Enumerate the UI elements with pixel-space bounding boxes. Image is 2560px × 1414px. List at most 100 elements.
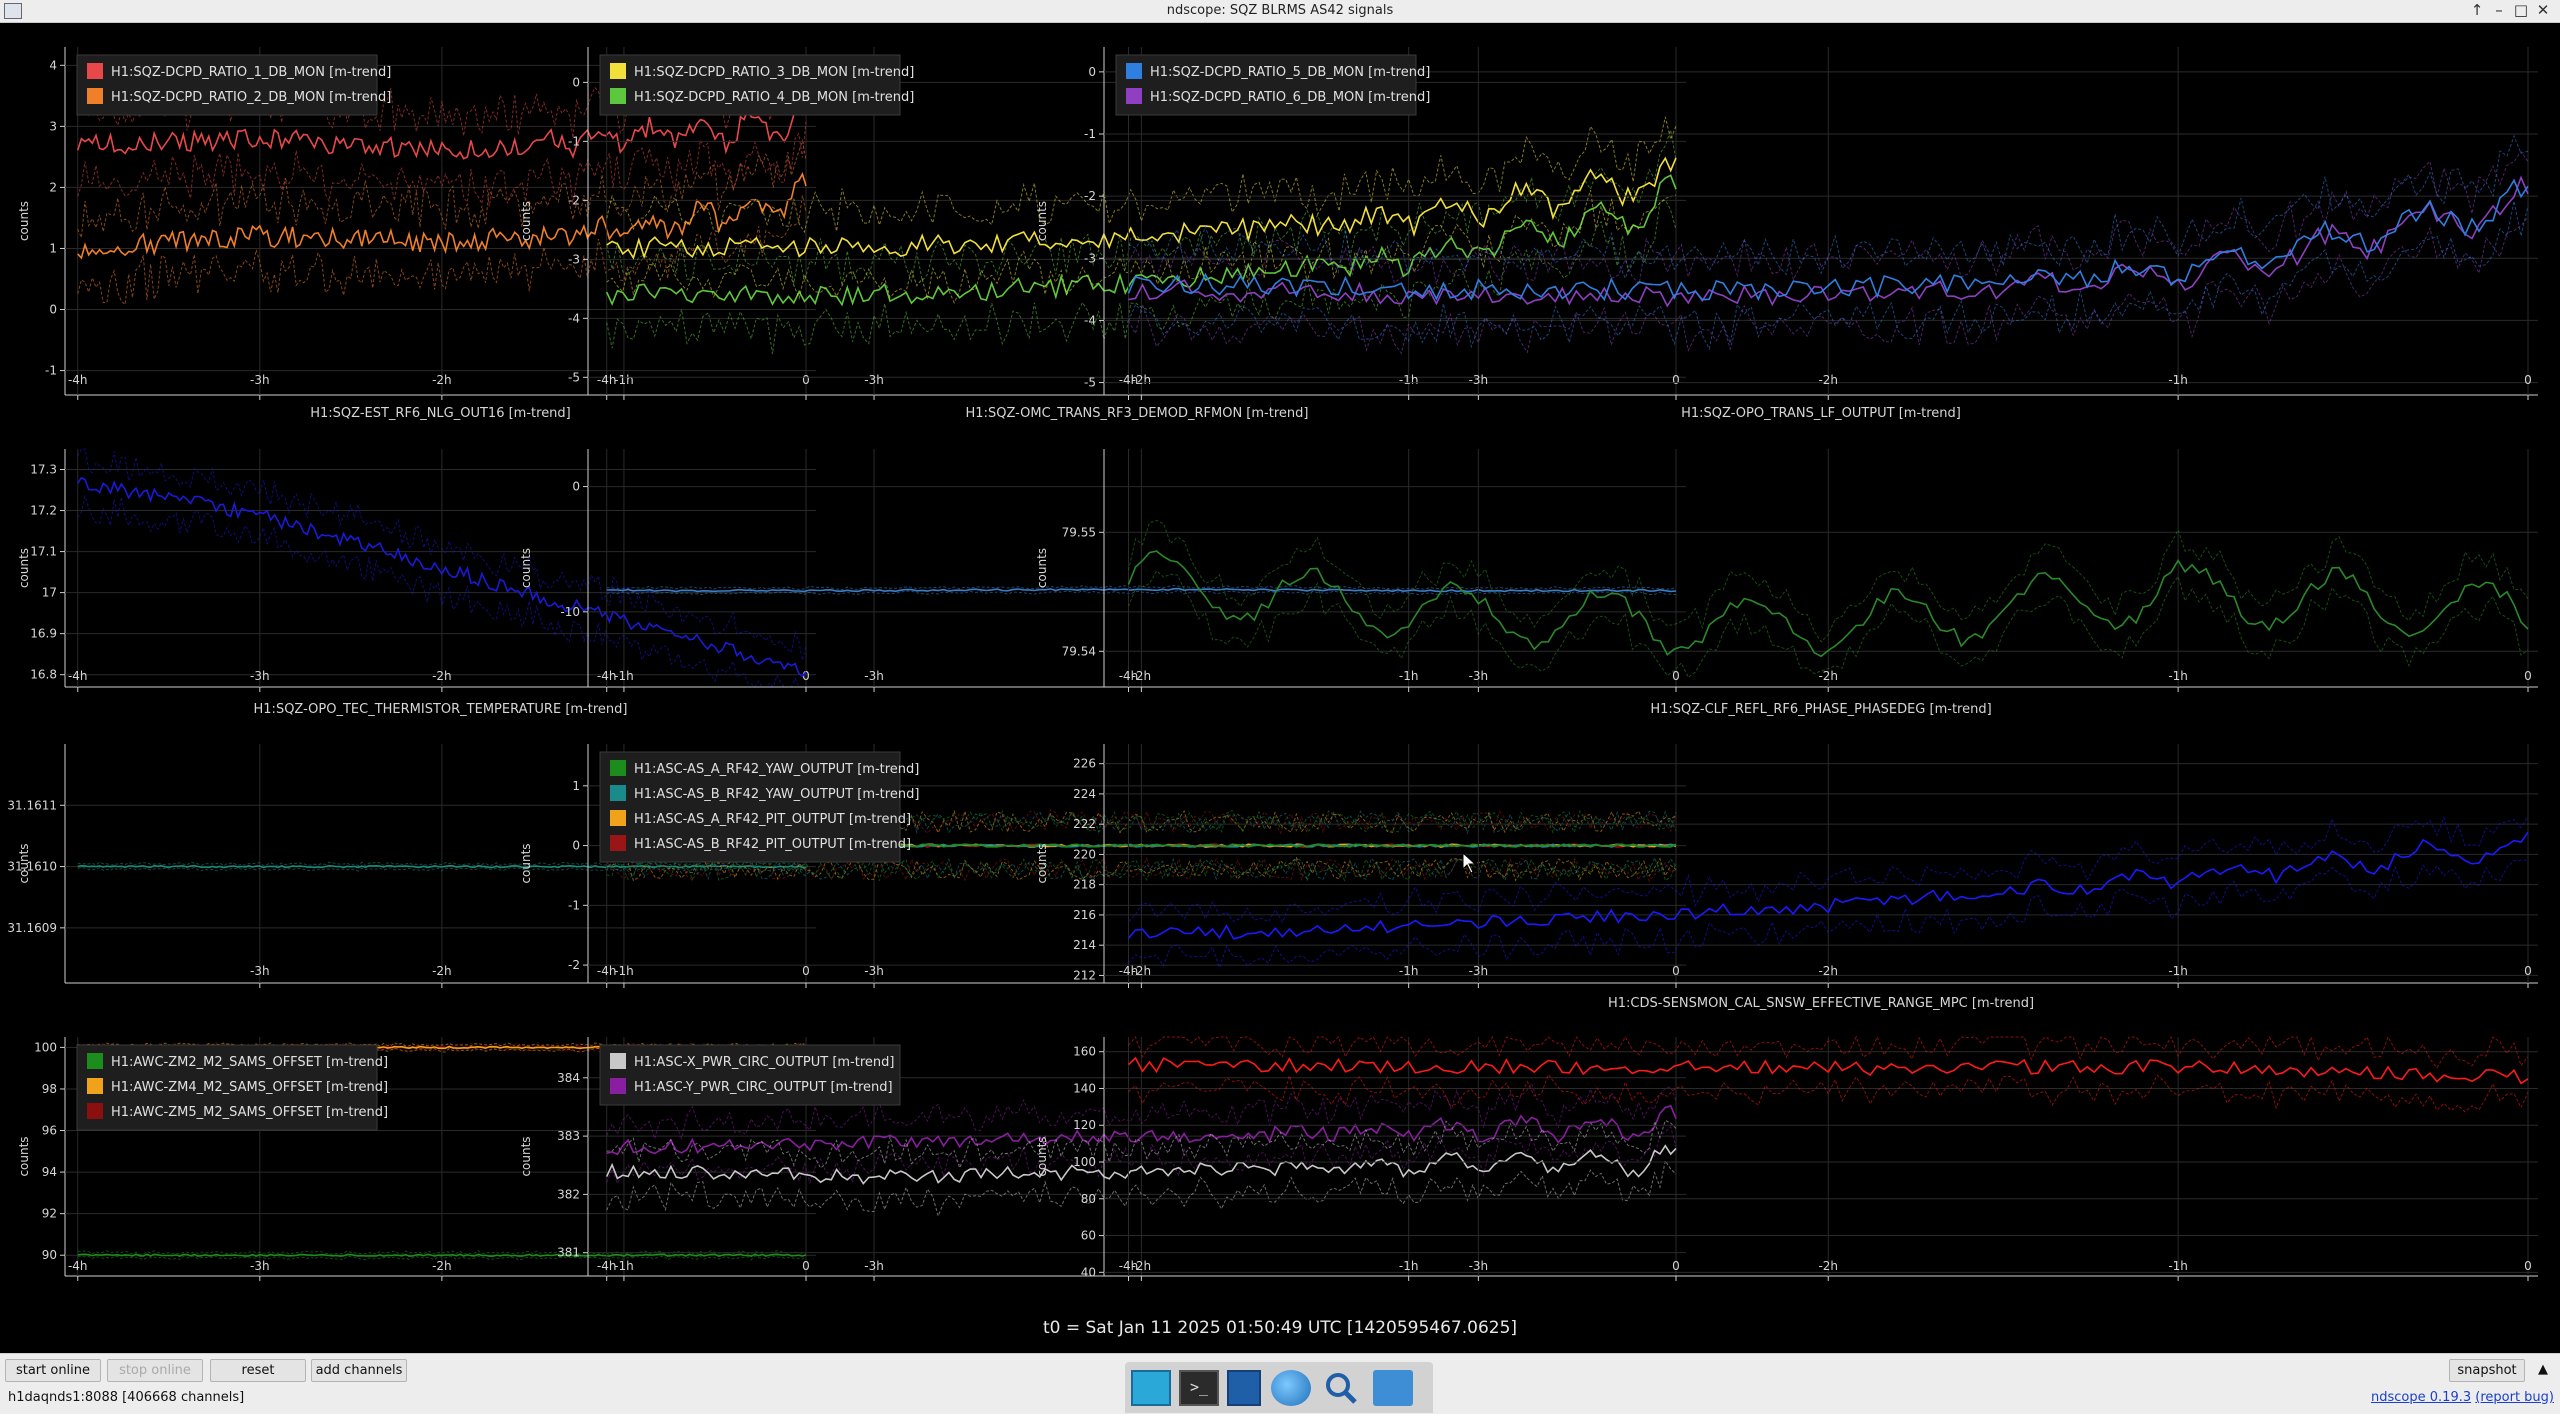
x-tick-label: -1h: [1399, 1259, 1419, 1273]
x-tick-label: -3h: [864, 1259, 884, 1273]
x-tick-label: -3h: [1469, 1259, 1489, 1273]
plot-panel-5[interactable]: H1:SQZ-OMC_TRANS_RF3_DEMOD_RFMON [m-tren…: [519, 406, 1686, 692]
browser-icon[interactable]: [1271, 1370, 1311, 1406]
version-link[interactable]: ndscope 0.19.3: [2371, 1390, 2471, 1405]
x-tick-label: -4h: [1119, 373, 1139, 387]
y-tick-label: 220: [1073, 847, 1096, 861]
terminal-icon[interactable]: >_: [1179, 1370, 1219, 1406]
plot-panel-4[interactable]: H1:SQZ-EST_RF6_NLG_OUT16 [m-trend] 17.3 17…: [17, 406, 816, 692]
legend-box: [76, 54, 378, 116]
y-tick-label: 384: [557, 1071, 580, 1085]
y-axis-label: counts: [519, 548, 533, 588]
plot-grid[interactable]: 4 3 2 1 0 -1 -4h -3h -2h -1h 0 counts H1:SQZ-DCPD_RA…: [0, 23, 2560, 1313]
y-tick-label: 17.1: [30, 545, 57, 559]
y-tick-label: 0: [1088, 65, 1096, 79]
x-tick-label: -4h: [597, 669, 617, 683]
legend-entry: H1:SQZ-DCPD_RATIO_1_DB_MON [m-trend]: [111, 65, 391, 80]
y-axis-label: counts: [519, 201, 533, 241]
keep-above-button[interactable]: ↑: [2468, 1, 2486, 19]
legend-box: [599, 54, 901, 116]
y-axis-label: counts: [519, 1136, 533, 1176]
start-online-button[interactable]: start online: [5, 1359, 101, 1382]
y-tick-label: 1: [49, 241, 57, 255]
legend-swatch: [87, 1103, 103, 1119]
y-tick-label: 100: [1073, 1155, 1096, 1169]
y-tick-label: 96: [42, 1124, 57, 1138]
y-tick-label: 3: [49, 119, 57, 133]
y-tick-label: -2: [568, 958, 580, 972]
stop-online-button[interactable]: stop online: [107, 1359, 203, 1382]
y-tick-label: 160: [1073, 1045, 1096, 1059]
y-tick-label: -1: [1084, 127, 1096, 141]
legend-entry: H1:SQZ-DCPD_RATIO_5_DB_MON [m-trend]: [1150, 65, 1430, 80]
y-tick-label: 80: [1081, 1192, 1096, 1206]
x-tick-label: -3h: [864, 373, 884, 387]
y-tick-label: 140: [1073, 1081, 1096, 1095]
y-tick-label: -4: [1084, 313, 1096, 327]
legend-swatch: [610, 1053, 626, 1069]
minimize-button[interactable]: –: [2490, 1, 2508, 19]
search-icon[interactable]: [1321, 1370, 1361, 1406]
text-editor-icon[interactable]: [1227, 1370, 1261, 1406]
y-tick-label: 16.8: [30, 668, 57, 682]
x-tick-label: -3h: [250, 669, 270, 683]
y-tick-label: 120: [1073, 1118, 1096, 1132]
legend-entry: H1:SQZ-DCPD_RATIO_4_DB_MON [m-trend]: [634, 90, 914, 105]
x-tick-label: -2h: [1818, 373, 1838, 387]
close-button[interactable]: ✕: [2534, 1, 2552, 19]
x-tick-label: -4h: [597, 373, 617, 387]
folder-icon[interactable]: [1373, 1370, 1413, 1406]
y-tick-label: -5: [1084, 376, 1096, 390]
plot-panel-6[interactable]: H1:SQZ-OPO_TRANS_LF_OUTPUT [m-trend] 79.5…: [1035, 406, 2538, 692]
x-tick-label: -4h: [1119, 1259, 1139, 1273]
report-bug-link[interactable]: (report bug): [2475, 1390, 2554, 1405]
plot-panel-12[interactable]: H1:CDS-SENSMON_CAL_SNSW_EFFECTIVE_RANGE_…: [1035, 996, 2538, 1281]
x-tick-label: -2h: [432, 373, 452, 387]
y-tick-label: 92: [42, 1207, 57, 1221]
legend-entry: H1:ASC-X_PWR_CIRC_OUTPUT [m-trend]: [634, 1055, 894, 1070]
y-tick-label: 79.54: [1062, 644, 1096, 658]
legend-entry: H1:SQZ-DCPD_RATIO_2_DB_MON [m-trend]: [111, 90, 391, 105]
taskbar-dock: >_: [1125, 1362, 1433, 1413]
legend-swatch: [610, 760, 626, 776]
expand-icon[interactable]: ▲: [2531, 1359, 2555, 1382]
desktop-icon[interactable]: [1131, 1370, 1171, 1406]
y-axis-label: counts: [17, 548, 31, 588]
y-tick-label: 0: [572, 480, 580, 494]
y-axis-label: counts: [1035, 548, 1049, 588]
x-tick-label: 0: [802, 1259, 810, 1273]
y-tick-label: 382: [557, 1187, 580, 1201]
y-axis-label: counts: [1035, 1136, 1049, 1176]
plot-title: H1:SQZ-OPO_TEC_THERMISTOR_TEMPERATURE [m…: [254, 702, 628, 717]
y-tick-label: 224: [1073, 787, 1096, 801]
reset-button[interactable]: reset: [210, 1359, 306, 1382]
y-tick-label: -5: [568, 370, 580, 384]
y-tick-label: 216: [1073, 908, 1096, 922]
plot-panel-3[interactable]: 0 -1 -2 -3 -4 -5 -4h -3h -2h -1h 0 counts H1:SQZ-DCP…: [1035, 47, 2538, 400]
y-tick-label: 212: [1073, 968, 1096, 982]
x-tick-label: -2h: [1818, 1259, 1838, 1273]
y-tick-label: 383: [557, 1129, 580, 1143]
x-tick-label: 0: [2524, 373, 2532, 387]
x-tick-label: -4h: [597, 1259, 617, 1273]
y-tick-label: -1: [45, 364, 57, 378]
y-tick-label: 0: [572, 75, 580, 89]
legend-entry: H1:ASC-AS_B_RF42_PIT_OUTPUT [m-trend]: [634, 837, 911, 852]
legend-entry: H1:ASC-AS_A_RF42_YAW_OUTPUT [m-trend]: [634, 762, 919, 777]
plot-panel-11[interactable]: 384383382381-4h -3h -2h -1h 0countsH1:ASC-X_…: [519, 1037, 1686, 1281]
y-axis-label: counts: [17, 843, 31, 883]
x-tick-label: 0: [1672, 373, 1680, 387]
y-tick-label: -2: [568, 193, 580, 207]
legend-box: [1115, 54, 1417, 116]
maximize-button[interactable]: □: [2512, 1, 2530, 19]
status-text: h1daqnds1:8088 [406668 channels]: [8, 1390, 245, 1405]
x-tick-label: 0: [802, 964, 810, 978]
legend-swatch: [610, 835, 626, 851]
x-tick-label: 0: [2524, 964, 2532, 978]
snapshot-button[interactable]: snapshot: [2449, 1359, 2525, 1382]
x-tick-label: -2h: [432, 964, 452, 978]
plot-panel-2[interactable]: 0-1-2-3-4-5 -4h -3h -2h -1h 0countsH1:SQZ-DCP…: [519, 47, 1686, 400]
plot-title: H1:CDS-SENSMON_CAL_SNSW_EFFECTIVE_RANGE_…: [1608, 996, 2034, 1011]
y-tick-label: 2: [49, 180, 57, 194]
add-channels-button[interactable]: add channels: [311, 1359, 407, 1382]
